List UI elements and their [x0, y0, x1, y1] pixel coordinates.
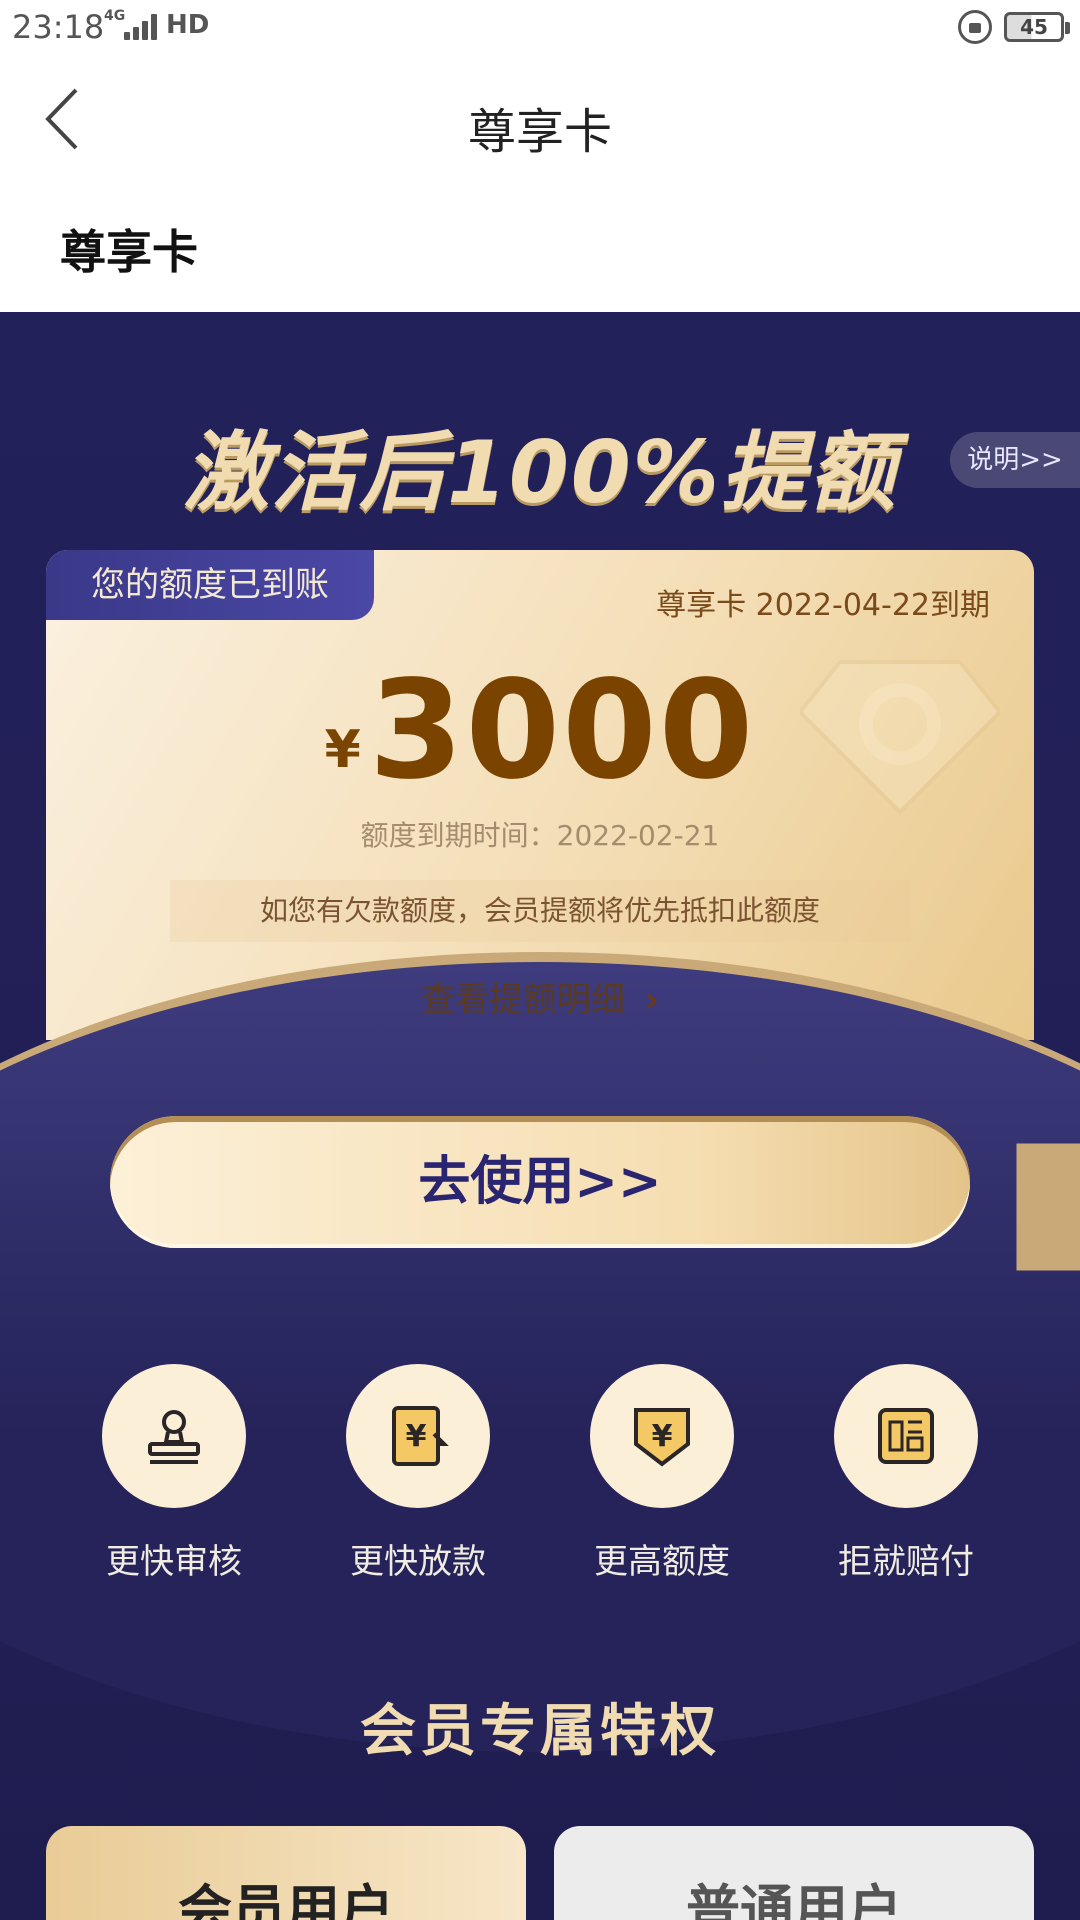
feature-fast-loan[interactable]: ¥ 更快放款 [338, 1364, 498, 1583]
feature-fast-review[interactable]: 更快审核 [94, 1364, 254, 1583]
rotation-lock-icon [958, 10, 992, 44]
view-detail-link[interactable]: 查看提额明细 › [0, 972, 1080, 1021]
feature-circle: ¥ [590, 1364, 734, 1508]
detail-link-label: 查看提额明细 [420, 980, 625, 1020]
yuan-document-icon: ¥ [392, 1406, 449, 1466]
stamp-icon [148, 1410, 200, 1464]
card-expire-date: 尊享卡 2022-04-22到期 [656, 588, 990, 623]
banner-headline: 激活后100%提额 [183, 423, 897, 523]
compensation-icon [878, 1408, 934, 1464]
tab-normal-user[interactable]: 普通用户 [554, 1826, 1034, 1920]
yuan-shield-icon: ¥ [634, 1408, 690, 1467]
amount-value: 3000 [368, 652, 756, 810]
hd-icon: HD [166, 10, 210, 40]
privilege-title: 会员专属特权 [360, 1699, 720, 1764]
svg-text:¥: ¥ [406, 1419, 427, 1454]
feature-circle: ¥ [346, 1364, 490, 1508]
feature-label: 拒就赔付 [838, 1542, 974, 1582]
feature-circle [834, 1364, 978, 1508]
signal-icon [124, 14, 160, 40]
feature-compensation[interactable]: 拒就赔付 [826, 1364, 986, 1583]
status-time: 23:18 [12, 8, 105, 46]
feature-higher-limit[interactable]: ¥ 更高额度 [582, 1364, 742, 1583]
feature-label: 更高额度 [594, 1542, 730, 1582]
chevron-right-icon: › [644, 980, 659, 1020]
card-arc-decoration [0, 952, 1080, 1752]
use-button[interactable]: 去使用>> [110, 1116, 970, 1248]
battery-icon: 45 [1004, 12, 1070, 42]
nav-header: 尊享卡 [0, 54, 1080, 184]
feature-label: 更快放款 [350, 1542, 486, 1582]
explain-button[interactable]: 说明>> [950, 432, 1080, 488]
page-title: 尊享卡 [467, 104, 612, 160]
credit-arrived-badge: 您的额度已到账 [46, 550, 374, 620]
amount-expire-time: 额度到期时间：2022-02-21 [360, 819, 720, 852]
status-bar: 23:18 4G HD 45 [0, 0, 1080, 54]
main-panel: 激活后100%提额 说明>> 您的额度已到账 尊享卡 2022-04-22到期 … [0, 312, 1080, 1920]
feature-circle [102, 1364, 246, 1508]
feature-label: 更快审核 [106, 1542, 242, 1582]
svg-text:¥: ¥ [652, 1419, 673, 1454]
currency-symbol: ¥ [324, 720, 361, 780]
tab-member-user[interactable]: 会员用户 [46, 1826, 526, 1920]
section-title: 尊享卡 [60, 225, 198, 279]
credit-amount: ¥3000 [0, 652, 1080, 810]
deduction-notice: 如您有欠款额度，会员提额将优先抵扣此额度 [170, 880, 910, 942]
network-type: 4G [104, 8, 126, 24]
